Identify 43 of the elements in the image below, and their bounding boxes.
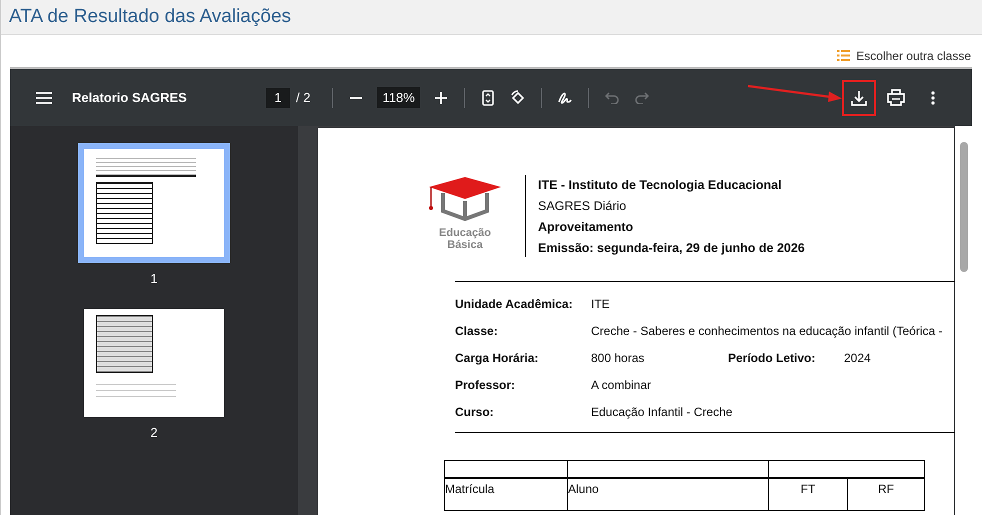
page-number-field[interactable]: 1 xyxy=(266,88,290,108)
undo-icon xyxy=(604,92,619,104)
report-header-text: ITE - Instituto de Tecnologia Educacional xyxy=(538,177,783,193)
choose-class-link[interactable]: Escolher outra classe xyxy=(837,48,971,62)
column-header: RF xyxy=(848,478,924,510)
field-value: 800 horas xyxy=(591,350,646,366)
field-label: Professor: xyxy=(455,377,516,393)
redo-icon xyxy=(634,92,649,104)
field-label: Período Letivo: xyxy=(728,350,816,366)
field-value: 2024 xyxy=(844,350,871,366)
zoom-level[interactable]: 118% xyxy=(377,87,420,108)
column-header: Matrícula xyxy=(444,478,568,510)
field-label: Curso: xyxy=(455,404,495,420)
document-title: Relatorio SAGRES xyxy=(72,90,188,105)
page-title: ATA de Resultado das Avaliações xyxy=(9,6,292,27)
logo-text: Educação Básica xyxy=(438,227,492,251)
fit-page-icon xyxy=(482,90,494,106)
page-thumbnail[interactable] xyxy=(84,309,224,417)
page-number: 2 xyxy=(150,425,158,440)
page-thumbnail[interactable] xyxy=(78,143,230,263)
report-header-text: SAGRES Diário xyxy=(538,198,628,214)
printer-icon xyxy=(887,89,905,106)
report-header-text: Emissão: segunda-feira, 29 de junho de 2026 xyxy=(538,240,805,256)
download-icon xyxy=(850,88,868,106)
field-label: Carga Horária: xyxy=(455,350,540,366)
pen-icon xyxy=(556,90,573,106)
download-button[interactable] xyxy=(842,80,876,116)
field-value: Educação Infantil - Creche xyxy=(591,404,732,420)
field-label: Unidade Acadêmica: xyxy=(455,296,574,312)
scrollbar[interactable] xyxy=(955,126,972,515)
field-value: A combinar xyxy=(591,377,652,393)
page-count: / 2 xyxy=(296,90,310,105)
column-header: Aluno xyxy=(568,478,768,510)
field-value: Creche - Saberes e conhecimentos na educação infantil (Teórica - xyxy=(591,323,943,339)
field-value: ITE xyxy=(591,296,610,312)
column-header: FT xyxy=(768,478,848,510)
page-number: 1 xyxy=(150,271,158,286)
rotate-icon xyxy=(508,88,527,106)
list-icon xyxy=(837,50,850,61)
report-header-text: Aproveitamento xyxy=(538,219,634,235)
field-label: Classe: xyxy=(455,323,499,339)
plus-icon xyxy=(434,92,447,104)
more-icon xyxy=(931,90,935,104)
